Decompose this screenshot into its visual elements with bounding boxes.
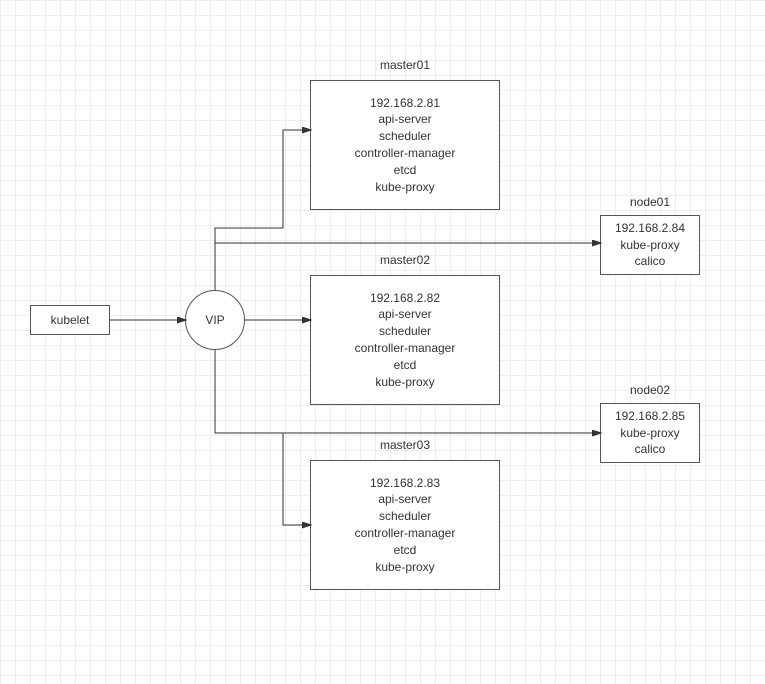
node02-title: node02 (600, 383, 700, 397)
vip-label: VIP (205, 313, 224, 327)
master01-l1: scheduler (379, 128, 431, 145)
master01-ip: 192.168.2.81 (370, 95, 440, 112)
master03-ip: 192.168.2.83 (370, 475, 440, 492)
master03-l2: controller-manager (355, 525, 456, 542)
master03-l1: scheduler (379, 508, 431, 525)
master01-box: 192.168.2.81 api-server scheduler contro… (310, 80, 500, 210)
master03-l0: api-server (378, 491, 431, 508)
node01-title: node01 (600, 195, 700, 209)
vip-circle: VIP (185, 290, 245, 350)
node01-l1: calico (635, 253, 666, 270)
master01-title: master01 (310, 58, 500, 72)
master02-ip: 192.168.2.82 (370, 290, 440, 307)
master02-l3: etcd (394, 357, 417, 374)
node02-ip: 192.168.2.85 (615, 408, 685, 425)
master01-l4: kube-proxy (375, 179, 434, 196)
master02-l0: api-server (378, 306, 431, 323)
master03-title: master03 (310, 438, 500, 452)
node01-box: 192.168.2.84 kube-proxy calico (600, 215, 700, 275)
master03-l3: etcd (394, 542, 417, 559)
master02-title: master02 (310, 253, 500, 267)
node01-l0: kube-proxy (620, 237, 679, 254)
master03-box: 192.168.2.83 api-server scheduler contro… (310, 460, 500, 590)
master01-l3: etcd (394, 162, 417, 179)
node02-l1: calico (635, 441, 666, 458)
node01-ip: 192.168.2.84 (615, 220, 685, 237)
master01-l2: controller-manager (355, 145, 456, 162)
node02-box: 192.168.2.85 kube-proxy calico (600, 403, 700, 463)
kubelet-label: kubelet (51, 312, 90, 329)
master02-l1: scheduler (379, 323, 431, 340)
master01-l0: api-server (378, 111, 431, 128)
master02-l2: controller-manager (355, 340, 456, 357)
master02-l4: kube-proxy (375, 374, 434, 391)
master03-l4: kube-proxy (375, 559, 434, 576)
master02-box: 192.168.2.82 api-server scheduler contro… (310, 275, 500, 405)
node02-l0: kube-proxy (620, 425, 679, 442)
kubelet-box: kubelet (30, 305, 110, 335)
